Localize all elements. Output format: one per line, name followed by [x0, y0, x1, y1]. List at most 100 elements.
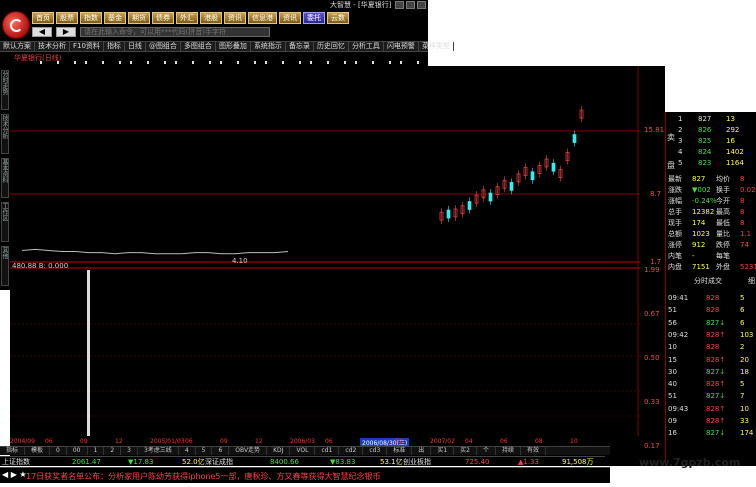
toolbar-item-7[interactable]: 图形叠加	[216, 42, 251, 51]
event-mark[interactable]	[164, 61, 166, 64]
command-input[interactable]	[80, 27, 270, 37]
event-mark[interactable]	[192, 61, 194, 64]
nav-button-3[interactable]: 基金	[104, 12, 126, 24]
quote-value: 1023	[692, 230, 710, 238]
indicator-tab-6[interactable]: 3	[121, 447, 138, 455]
event-mark[interactable]	[372, 61, 374, 64]
indicator-tab-12[interactable]: KDJ	[267, 447, 291, 455]
event-mark[interactable]	[389, 61, 391, 64]
toolbar-item-12[interactable]: 闪电预警	[384, 42, 419, 51]
nav-button-7[interactable]: 港股	[200, 12, 222, 24]
indicator-tab-3[interactable]: 00	[67, 447, 88, 455]
event-mark[interactable]	[102, 61, 104, 64]
event-mark[interactable]	[237, 61, 239, 64]
nav-button-4[interactable]: 期货	[128, 12, 150, 24]
event-mark[interactable]	[175, 61, 177, 64]
event-mark[interactable]	[220, 61, 222, 64]
quote-row: 16 827↓ 174	[666, 428, 756, 438]
forward-button[interactable]: ▶	[56, 27, 76, 37]
vtab-1[interactable]: 技术分析	[1, 114, 9, 154]
indicator-tab-22[interactable]: 持续	[496, 447, 521, 455]
news-nav-icon[interactable]: ◀ ▶ ★	[2, 470, 27, 479]
event-mark[interactable]	[417, 61, 419, 64]
vtab-2[interactable]: 基本资料	[1, 158, 9, 198]
indicator-tab-11[interactable]: OBV走势	[229, 447, 268, 455]
toolbar-item-10[interactable]: 历史回忆	[314, 42, 349, 51]
close-button[interactable]	[417, 1, 426, 9]
toolbar-item-3[interactable]: 指标	[104, 42, 125, 51]
event-mark[interactable]	[74, 61, 76, 64]
back-button[interactable]: ◀	[32, 27, 52, 37]
chart-area[interactable]: 15.81 8.7 1.7 480.88 B: 0.000 4.10 1.99 0.67 0.…	[10, 66, 665, 466]
indicator-tab-14[interactable]: cd1	[315, 447, 340, 455]
indicator-tab-1[interactable]: 模板	[25, 447, 51, 455]
indicator-tab-21[interactable]: 个	[477, 447, 496, 455]
index-value-cy: 725.40	[465, 458, 490, 466]
event-mark[interactable]	[282, 61, 284, 64]
event-mark[interactable]	[355, 61, 357, 64]
indicator-tab-15[interactable]: cd2	[339, 447, 364, 455]
toolbar-item-6[interactable]: 多图组合	[181, 42, 216, 51]
indicator-tab-17[interactable]: 标准	[387, 447, 413, 455]
quote-value: 8	[740, 197, 745, 205]
nav-button-12[interactable]: 云数	[327, 12, 349, 24]
nav-button-8[interactable]: 资讯	[224, 12, 246, 24]
minimize-button[interactable]	[395, 1, 404, 9]
indicator-tab-13[interactable]: VOL	[290, 447, 316, 455]
event-mark[interactable]	[130, 61, 132, 64]
toolbar-item-9[interactable]: 备忘录	[286, 42, 314, 51]
toolbar-item-13[interactable]: 菜样类型	[419, 42, 454, 51]
nav-button-11[interactable]: 委托	[303, 12, 325, 24]
event-mark[interactable]	[147, 61, 149, 64]
toolbar-item-1[interactable]: 技术分析	[35, 42, 70, 51]
nav-button-6[interactable]: 外汇	[176, 12, 198, 24]
index-name-cy[interactable]: 创业板指	[403, 457, 431, 467]
event-mark[interactable]	[265, 61, 267, 64]
tick-time: 56	[668, 318, 677, 327]
event-mark[interactable]	[85, 61, 87, 64]
indicator-tab-0[interactable]: 指标	[0, 447, 26, 455]
indicator-tab-8[interactable]: 4	[179, 447, 196, 455]
indicator-tab-9[interactable]: 5	[196, 447, 213, 455]
toolbar-item-4[interactable]: 日线	[125, 42, 146, 51]
index-name-sz[interactable]: 深证成指	[205, 457, 233, 467]
event-mark[interactable]	[299, 61, 301, 64]
indicator-tab-23[interactable]: 有效	[521, 447, 547, 455]
nav-button-10[interactable]: 资讯	[279, 12, 301, 24]
nav-button-0[interactable]: 首页	[32, 12, 54, 24]
event-mark[interactable]	[327, 61, 329, 64]
indicator-tab-19[interactable]: 买1	[431, 447, 455, 455]
indicator-tab-2[interactable]: 0	[50, 447, 67, 455]
event-mark[interactable]	[57, 61, 59, 64]
nav-button-5[interactable]: 债券	[152, 12, 174, 24]
indicator-tab-5[interactable]: 2	[104, 447, 122, 455]
nav-button-1[interactable]: 股票	[56, 12, 78, 24]
indicator-tab-7[interactable]: 3考虑三线	[138, 447, 179, 455]
nav-button-9[interactable]: 信息港	[248, 12, 277, 24]
toolbar-item-0[interactable]: 默认方案	[0, 42, 35, 51]
indicator-tab-18[interactable]: 出	[412, 447, 432, 455]
toolbar-item-11[interactable]: 分析工具	[349, 42, 384, 51]
indicator-tabs: 指标 模板 0 00 1 2 3 3考虑三线 4 5 6 OBV走势 KDJ VOL cd1 cd2 cd3 标准…	[0, 446, 610, 455]
event-mark[interactable]	[209, 61, 211, 64]
event-mark[interactable]	[254, 61, 256, 64]
event-mark[interactable]	[40, 61, 42, 64]
index-name-sh[interactable]: 上证指数	[2, 457, 30, 467]
event-mark[interactable]	[310, 61, 312, 64]
vtab-0[interactable]: 分时走势	[1, 70, 9, 110]
maximize-button[interactable]	[406, 1, 415, 9]
indicator-tab-10[interactable]: 6	[212, 447, 230, 455]
event-mark[interactable]	[119, 61, 121, 64]
toolbar-item-8[interactable]: 系统指示	[251, 42, 286, 51]
news-text[interactable]: 17日获奖者名单公布：分析家用户陈幼芳获得iphone5一部，唐秋珍、方又春等获…	[26, 471, 381, 482]
vtab-3[interactable]: 工作区	[1, 202, 9, 242]
toolbar-item-2[interactable]: F10资料	[70, 42, 104, 51]
vtab-4[interactable]: 其他	[1, 246, 9, 286]
event-mark[interactable]	[344, 61, 346, 64]
event-mark[interactable]	[400, 61, 402, 64]
indicator-tab-4[interactable]: 1	[88, 447, 105, 455]
indicator-tab-20[interactable]: 买2	[454, 447, 477, 455]
toolbar-item-5[interactable]: @图组合	[146, 42, 181, 51]
indicator-tab-16[interactable]: cd3	[363, 447, 388, 455]
nav-button-2[interactable]: 指数	[80, 12, 102, 24]
